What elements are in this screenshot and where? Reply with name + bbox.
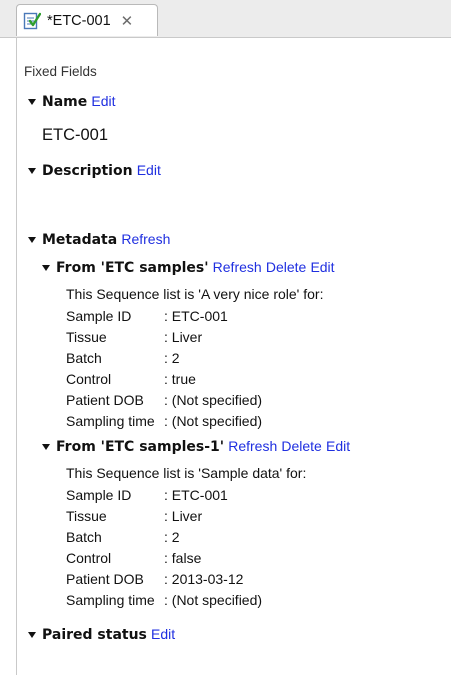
editor-border bbox=[16, 38, 17, 675]
metadata-value: : Liver bbox=[164, 329, 203, 345]
metadata-group-intro: This Sequence list is 'A very nice role'… bbox=[66, 286, 324, 302]
metadata-value: : (Not specified) bbox=[164, 413, 263, 429]
metadata-value: : Liver bbox=[164, 508, 203, 524]
metadata-value: : (Not specified) bbox=[164, 592, 263, 608]
metadata-row: Control : true bbox=[66, 371, 196, 387]
metadata-value: : true bbox=[164, 371, 196, 387]
metadata-row: Control : false bbox=[66, 550, 201, 566]
metadata-group-title: From 'ETC samples' bbox=[56, 260, 209, 276]
group-edit-link[interactable]: Edit bbox=[326, 438, 350, 454]
name-value: ETC-001 bbox=[42, 126, 109, 144]
metadata-key: Tissue bbox=[66, 329, 107, 345]
metadata-refresh-link[interactable]: Refresh bbox=[121, 231, 170, 247]
group-refresh-link[interactable]: Refresh bbox=[228, 438, 277, 454]
metadata-row: Patient DOB : (Not specified) bbox=[66, 392, 262, 408]
expand-triangle-icon[interactable] bbox=[42, 443, 50, 450]
expand-triangle-icon[interactable] bbox=[42, 264, 50, 271]
metadata-value: : ETC-001 bbox=[164, 308, 228, 324]
metadata-value: : 2 bbox=[164, 529, 180, 545]
metadata-row: Tissue : Liver bbox=[66, 508, 202, 524]
metadata-value: : false bbox=[164, 550, 202, 566]
group-delete-link[interactable]: Delete bbox=[281, 438, 321, 454]
metadata-row: Sample ID : ETC-001 bbox=[66, 308, 228, 324]
metadata-value: : 2013-03-12 bbox=[164, 571, 244, 587]
metadata-group-intro: This Sequence list is 'Sample data' for: bbox=[66, 465, 307, 481]
description-section-title: Description bbox=[42, 163, 133, 179]
metadata-row: Sampling time : (Not specified) bbox=[66, 413, 262, 429]
expand-triangle-icon[interactable] bbox=[28, 631, 36, 638]
description-section-header: Description Edit bbox=[28, 162, 161, 179]
name-section-header: Name Edit bbox=[28, 93, 116, 110]
sequence-list-icon bbox=[23, 12, 41, 29]
metadata-section-header: Metadata Refresh bbox=[28, 231, 170, 248]
metadata-row: Sampling time : (Not specified) bbox=[66, 592, 262, 608]
name-edit-link[interactable]: Edit bbox=[91, 93, 115, 109]
metadata-key: Patient DOB bbox=[66, 392, 144, 408]
tab-title: *ETC-001 bbox=[47, 12, 111, 29]
metadata-key: Sampling time bbox=[66, 592, 155, 608]
metadata-key: Batch bbox=[66, 529, 102, 545]
metadata-value: : 2 bbox=[164, 350, 180, 366]
metadata-group-header: From 'ETC samples-1' Refresh Delete Edit bbox=[42, 438, 350, 455]
expand-triangle-icon[interactable] bbox=[28, 167, 36, 174]
metadata-section-title: Metadata bbox=[42, 232, 118, 248]
group-edit-link[interactable]: Edit bbox=[310, 259, 334, 275]
metadata-row: Sample ID : ETC-001 bbox=[66, 487, 228, 503]
paired-status-section-title: Paired status bbox=[42, 627, 147, 643]
metadata-key: Sample ID bbox=[66, 487, 132, 503]
metadata-key: Control bbox=[66, 371, 112, 387]
metadata-key: Patient DOB bbox=[66, 571, 144, 587]
metadata-group-title: From 'ETC samples-1' bbox=[56, 439, 225, 455]
tab-etc-001[interactable]: *ETC-001 ✕ bbox=[16, 4, 158, 36]
paired-status-edit-link[interactable]: Edit bbox=[151, 626, 175, 642]
paired-status-section-header: Paired status Edit bbox=[28, 626, 175, 643]
expand-triangle-icon[interactable] bbox=[28, 236, 36, 243]
name-section-title: Name bbox=[42, 94, 88, 110]
metadata-row: Batch : 2 bbox=[66, 529, 180, 545]
metadata-key: Sampling time bbox=[66, 413, 155, 429]
metadata-key: Batch bbox=[66, 350, 102, 366]
metadata-group-header: From 'ETC samples' Refresh Delete Edit bbox=[42, 259, 335, 276]
metadata-key: Control bbox=[66, 550, 112, 566]
close-icon[interactable]: ✕ bbox=[121, 12, 134, 30]
expand-triangle-icon[interactable] bbox=[28, 98, 36, 105]
metadata-value: : ETC-001 bbox=[164, 487, 228, 503]
metadata-key: Tissue bbox=[66, 508, 107, 524]
metadata-value: : (Not specified) bbox=[164, 392, 263, 408]
metadata-row: Patient DOB : 2013-03-12 bbox=[66, 571, 243, 587]
description-edit-link[interactable]: Edit bbox=[137, 162, 161, 178]
metadata-row: Batch : 2 bbox=[66, 350, 180, 366]
group-refresh-link[interactable]: Refresh bbox=[213, 259, 262, 275]
metadata-key: Sample ID bbox=[66, 308, 132, 324]
metadata-row: Tissue : Liver bbox=[66, 329, 202, 345]
group-delete-link[interactable]: Delete bbox=[266, 259, 306, 275]
editor-content: Fixed Fields Name Edit ETC-001 Descripti… bbox=[24, 38, 451, 675]
fixed-fields-label: Fixed Fields bbox=[24, 64, 97, 79]
